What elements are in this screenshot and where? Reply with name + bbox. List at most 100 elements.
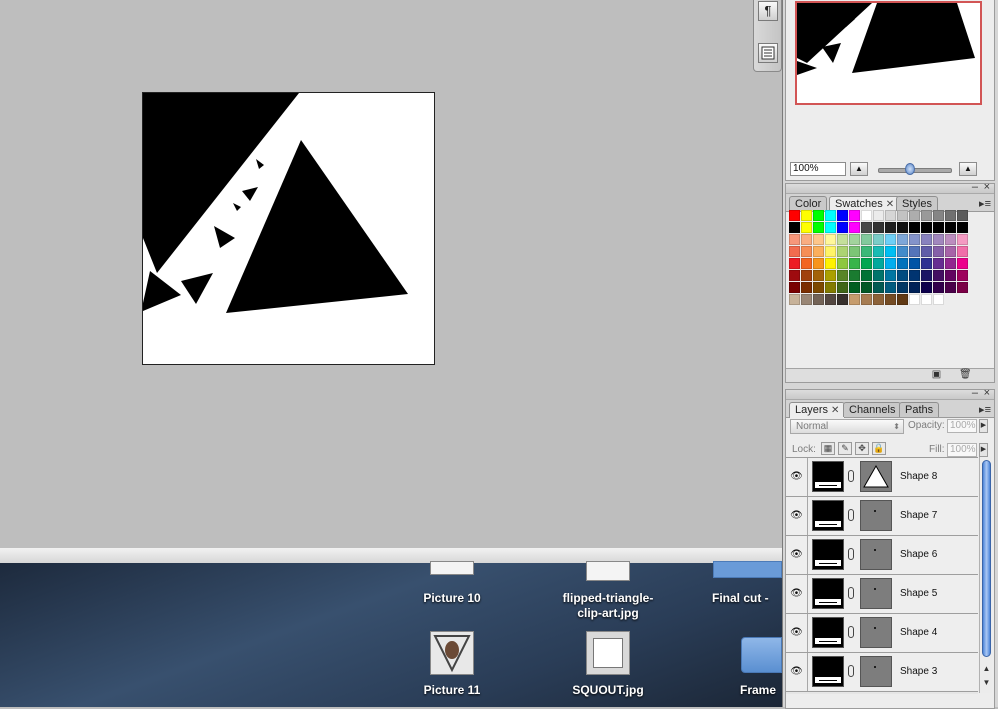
color-swatch[interactable] bbox=[957, 246, 968, 257]
panel-menu-icon[interactable]: ▸≡ bbox=[979, 197, 991, 210]
color-swatch[interactable] bbox=[873, 258, 884, 269]
color-swatch[interactable] bbox=[897, 234, 908, 245]
color-swatch[interactable] bbox=[861, 210, 872, 221]
close-icon[interactable]: × bbox=[984, 181, 990, 193]
color-swatch[interactable] bbox=[813, 246, 824, 257]
color-swatch[interactable] bbox=[825, 282, 836, 293]
visibility-eye-icon[interactable]: 👁 bbox=[786, 575, 808, 613]
layer-row[interactable]: 👁 Shape 8 bbox=[786, 458, 978, 497]
fill-arrow-icon[interactable]: ▶ bbox=[979, 443, 988, 457]
flipped-triangle-thumbnail[interactable] bbox=[586, 561, 630, 581]
color-swatch[interactable] bbox=[825, 270, 836, 281]
color-swatch[interactable] bbox=[945, 246, 956, 257]
color-swatch[interactable] bbox=[789, 234, 800, 245]
scroll-up-icon[interactable]: ▲ bbox=[981, 662, 992, 675]
visibility-eye-icon[interactable]: 👁 bbox=[786, 458, 808, 496]
desktop-file-flipped-triangle[interactable]: flipped-triangle- clip-art.jpg bbox=[540, 591, 676, 621]
color-swatch[interactable] bbox=[909, 270, 920, 281]
color-swatch[interactable] bbox=[933, 270, 944, 281]
folder-icon[interactable] bbox=[713, 561, 782, 578]
color-swatch[interactable] bbox=[801, 222, 812, 233]
zoom-input[interactable]: 100% bbox=[790, 162, 846, 176]
color-swatch[interactable] bbox=[801, 294, 812, 305]
color-swatch[interactable] bbox=[813, 222, 824, 233]
color-swatch[interactable] bbox=[789, 294, 800, 305]
opacity-arrow-icon[interactable]: ▶ bbox=[979, 419, 988, 433]
document-canvas[interactable] bbox=[142, 92, 435, 365]
squout-thumbnail[interactable] bbox=[586, 631, 630, 675]
color-swatch[interactable] bbox=[885, 210, 896, 221]
color-swatch[interactable] bbox=[801, 258, 812, 269]
color-swatch[interactable] bbox=[921, 222, 932, 233]
desktop-folder-frame[interactable]: Frame bbox=[740, 683, 782, 698]
color-swatch[interactable] bbox=[909, 246, 920, 257]
layer-row[interactable]: 👁 Shape 7 bbox=[786, 497, 978, 536]
tab-channels[interactable]: Channels bbox=[843, 402, 902, 417]
color-swatch[interactable] bbox=[933, 282, 944, 293]
color-swatch[interactable] bbox=[885, 222, 896, 233]
color-swatch[interactable] bbox=[801, 270, 812, 281]
tab-layers[interactable]: Layers ✕ bbox=[789, 402, 846, 418]
color-swatch[interactable] bbox=[921, 234, 932, 245]
color-swatch[interactable] bbox=[861, 222, 872, 233]
color-swatch[interactable] bbox=[885, 258, 896, 269]
color-swatch[interactable] bbox=[825, 210, 836, 221]
color-swatch[interactable] bbox=[861, 270, 872, 281]
color-swatch[interactable] bbox=[813, 234, 824, 245]
tab-paths[interactable]: Paths bbox=[899, 402, 940, 417]
visibility-eye-icon[interactable]: 👁 bbox=[786, 614, 808, 652]
color-swatch[interactable] bbox=[837, 294, 848, 305]
visibility-eye-icon[interactable]: 👁 bbox=[786, 536, 808, 574]
color-swatch[interactable] bbox=[921, 270, 932, 281]
layer-row[interactable]: 👁 Shape 5 bbox=[786, 575, 978, 614]
picture-10-thumbnail[interactable] bbox=[430, 561, 474, 575]
color-swatch[interactable] bbox=[825, 246, 836, 257]
color-swatch[interactable] bbox=[825, 234, 836, 245]
paragraph-icon[interactable]: ¶ bbox=[758, 1, 778, 21]
color-swatch[interactable] bbox=[789, 270, 800, 281]
color-swatch[interactable] bbox=[813, 270, 824, 281]
link-chain-icon[interactable] bbox=[848, 470, 854, 482]
color-swatch[interactable] bbox=[801, 234, 812, 245]
color-swatch[interactable] bbox=[849, 270, 860, 281]
layer-row[interactable]: 👁 Shape 3 bbox=[786, 653, 978, 692]
trash-icon[interactable]: 🗑 bbox=[959, 370, 972, 380]
color-swatch[interactable] bbox=[897, 282, 908, 293]
desktop-file-picture-10[interactable]: Picture 10 bbox=[400, 591, 504, 606]
zoom-out-button[interactable]: ▲ bbox=[850, 162, 868, 176]
color-swatch[interactable] bbox=[921, 282, 932, 293]
lock-pixels-icon[interactable]: ✎ bbox=[838, 442, 852, 455]
color-swatch[interactable] bbox=[837, 282, 848, 293]
lock-all-icon[interactable]: 🔒 bbox=[872, 442, 886, 455]
close-icon[interactable]: ✕ bbox=[886, 199, 894, 210]
color-swatch[interactable] bbox=[813, 282, 824, 293]
color-swatch[interactable] bbox=[849, 222, 860, 233]
color-swatch[interactable] bbox=[801, 246, 812, 257]
close-icon[interactable]: × bbox=[984, 387, 990, 399]
color-swatch[interactable] bbox=[873, 270, 884, 281]
color-swatch[interactable] bbox=[933, 294, 944, 305]
color-swatch[interactable] bbox=[849, 282, 860, 293]
color-swatch[interactable] bbox=[861, 282, 872, 293]
link-chain-icon[interactable] bbox=[848, 665, 854, 677]
visibility-eye-icon[interactable]: 👁 bbox=[786, 653, 808, 691]
color-swatch[interactable] bbox=[957, 258, 968, 269]
color-swatch[interactable] bbox=[921, 294, 932, 305]
folder-icon[interactable] bbox=[741, 637, 782, 673]
opacity-input[interactable]: 100% bbox=[947, 419, 977, 433]
color-swatch[interactable] bbox=[825, 258, 836, 269]
color-swatch[interactable] bbox=[885, 234, 896, 245]
color-swatch[interactable] bbox=[837, 258, 848, 269]
color-swatch[interactable] bbox=[789, 246, 800, 257]
color-swatch[interactable] bbox=[825, 294, 836, 305]
color-swatch[interactable] bbox=[909, 222, 920, 233]
link-chain-icon[interactable] bbox=[848, 626, 854, 638]
layers-scrollbar[interactable]: ▲ ▼ bbox=[979, 457, 992, 693]
minimize-icon[interactable]: – bbox=[972, 387, 978, 399]
new-swatch-icon[interactable]: ▣ bbox=[931, 370, 942, 380]
link-chain-icon[interactable] bbox=[848, 548, 854, 560]
color-swatch[interactable] bbox=[849, 294, 860, 305]
color-swatch[interactable] bbox=[933, 234, 944, 245]
color-swatch[interactable] bbox=[849, 234, 860, 245]
color-swatch[interactable] bbox=[873, 234, 884, 245]
